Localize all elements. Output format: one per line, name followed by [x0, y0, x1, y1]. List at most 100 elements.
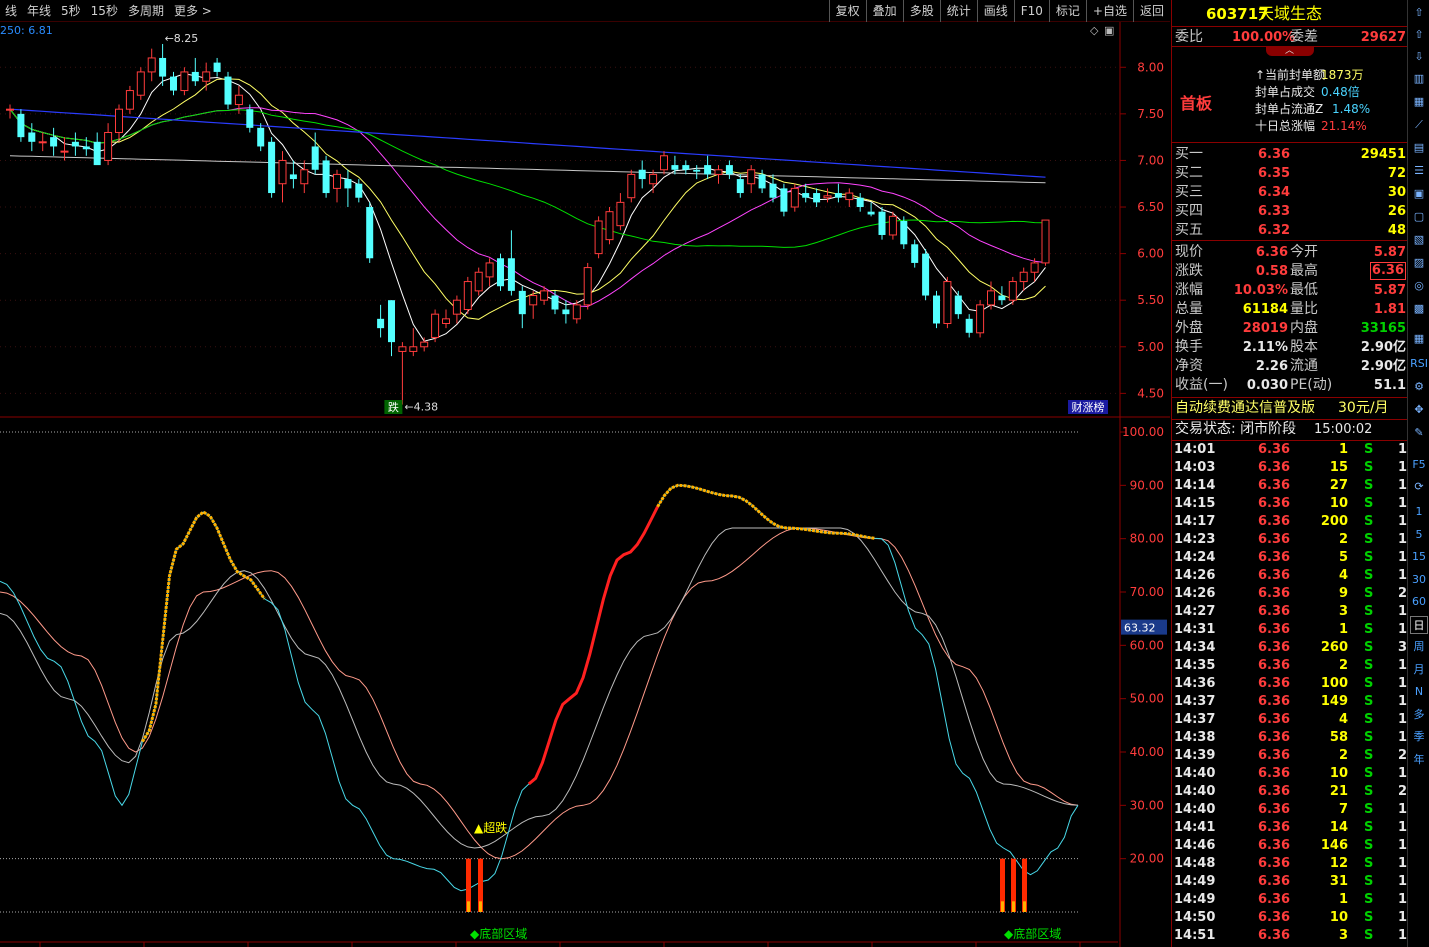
price-tick-label: 7.50 — [1137, 107, 1164, 121]
bid-row[interactable]: 买四 6.33 26 — [1172, 202, 1408, 221]
pencil-icon[interactable]: ✎ — [1410, 424, 1428, 442]
tick-side: S — [1364, 802, 1374, 817]
candle-body — [420, 341, 429, 348]
bid-row[interactable]: 买二 6.35 72 — [1172, 164, 1408, 183]
bid-row[interactable]: 买三 6.34 30 — [1172, 183, 1408, 202]
chart-area[interactable]: 8.00 7.50 7.00 6.50 6.00 5.50 5.00 4.50 250: 6.8… — [0, 22, 1170, 947]
draw-line-button[interactable]: 画线 — [976, 0, 1014, 22]
indicator-rising-segment — [527, 506, 659, 786]
period-shortcut[interactable]: 60 — [1410, 593, 1428, 611]
candle-body — [856, 197, 864, 208]
tick-volume: 9 — [1338, 586, 1348, 601]
arrow-up-icon[interactable]: ⇧ — [1410, 4, 1428, 22]
arrow-up-small-icon[interactable]: ⇧ — [1410, 26, 1428, 44]
candle-body — [682, 165, 690, 170]
candle-body — [93, 141, 101, 166]
tick-row: 14:40 6.36 7 S 1 — [1172, 801, 1408, 819]
statistics-button[interactable]: 统计 — [939, 0, 977, 22]
bottom-zone-bar-inner — [1012, 901, 1015, 912]
list-icon[interactable]: ☰ — [1410, 162, 1428, 180]
line-chart-icon[interactable]: ⟋ — [1410, 116, 1428, 134]
calculator-icon[interactable]: ▧ — [1410, 231, 1428, 249]
price-tick-label: 5.00 — [1137, 340, 1164, 354]
period-tab-multi[interactable]: 多周期 — [123, 0, 169, 22]
period-tab-line[interactable]: 线 — [0, 0, 22, 22]
candle-body — [170, 76, 177, 91]
period-tab-5s[interactable]: 5秒 — [56, 0, 86, 22]
chart-settings-icon[interactable]: ▩ — [1410, 300, 1428, 318]
indicator-lines — [0, 483, 1079, 912]
stat-value: 5.87 — [1373, 283, 1406, 298]
overlay-button[interactable]: 叠加 — [865, 0, 903, 22]
period-shortcut[interactable]: 1 — [1410, 503, 1428, 521]
back-button[interactable]: 返回 — [1132, 0, 1170, 22]
rsi-icon[interactable]: RSI — [1410, 355, 1428, 373]
tick-side: S — [1364, 640, 1374, 655]
period-tab-year[interactable]: 年线 — [22, 0, 56, 22]
candle-body — [649, 173, 658, 185]
f10-button[interactable]: F10 — [1013, 0, 1049, 22]
add-watchlist-button[interactable]: +自选 — [1085, 0, 1133, 22]
settings-icon[interactable]: ⚙ — [1410, 378, 1428, 396]
period-shortcut[interactable]: N — [1410, 683, 1428, 701]
tick-time: 14:24 — [1174, 550, 1216, 565]
collapse-toggle[interactable]: ︿ — [1266, 46, 1314, 56]
tick-side: S — [1364, 496, 1374, 511]
indicator-tick-label: 80.00 — [1130, 532, 1164, 546]
box-icon[interactable]: ▦ — [1410, 330, 1428, 348]
tick-row: 14:49 6.36 1 S 1 — [1172, 891, 1408, 909]
period-shortcut[interactable]: 年 — [1410, 751, 1428, 769]
f5-icon[interactable]: F5 — [1410, 456, 1428, 474]
tick-price: 6.36 — [1258, 622, 1291, 637]
tick-count: 1 — [1398, 694, 1408, 709]
promo-row[interactable]: 自动续费通达信普及版 30元/月 — [1172, 399, 1408, 418]
candle-body — [322, 160, 330, 194]
stat-label: 最高 — [1290, 263, 1318, 279]
bid-row[interactable]: 买五 6.32 48 — [1172, 221, 1408, 240]
tick-price: 6.36 — [1258, 766, 1291, 781]
tick-count: 1 — [1398, 658, 1408, 673]
indicator-fast-line — [0, 484, 1079, 892]
f10-icon[interactable]: ▣ — [1410, 185, 1428, 203]
tick-volume: 2 — [1338, 658, 1348, 673]
tick-volume: 4 — [1338, 568, 1348, 583]
bar-chart-icon[interactable]: ▤ — [1410, 139, 1428, 157]
chart-canvas[interactable]: 8.00 7.50 7.00 6.50 6.00 5.50 5.00 4.50 250: 6.8… — [0, 22, 1170, 947]
candle-body — [693, 169, 701, 172]
period-shortcut[interactable]: 日 — [1410, 615, 1428, 634]
candle-body — [431, 313, 440, 338]
refresh-icon[interactable]: ⟳ — [1410, 478, 1428, 496]
period-shortcut[interactable]: 月 — [1410, 661, 1428, 679]
candle-body — [529, 295, 538, 306]
f2-icon[interactable]: ▨ — [1410, 254, 1428, 272]
more-button[interactable]: 更多 > — [169, 0, 217, 22]
bid-row[interactable]: 买一 6.36 29451 — [1172, 145, 1408, 164]
stock-header[interactable]: 603717 天域生态 — [1172, 3, 1408, 25]
period-shortcut[interactable]: 15 — [1410, 548, 1428, 566]
globe-icon[interactable]: ◎ — [1410, 277, 1428, 295]
restore-rights-button[interactable]: 复权 — [828, 0, 866, 22]
kline-chart-icon[interactable]: ▥ — [1410, 70, 1428, 88]
candle-body — [507, 258, 515, 291]
arrow-down-icon[interactable]: ⇩ — [1410, 48, 1428, 66]
multi-stock-button[interactable]: 多股 — [902, 0, 940, 22]
ma250-label: 250: 6.81 — [0, 24, 53, 37]
candle-body — [442, 318, 450, 324]
period-tab-15s[interactable]: 15秒 — [86, 0, 123, 22]
mark-button[interactable]: 标记 — [1048, 0, 1086, 22]
stat-value: 6.36 — [1369, 262, 1406, 280]
period-shortcut[interactable]: 30 — [1410, 571, 1428, 589]
period-shortcut[interactable]: 周 — [1410, 638, 1428, 656]
document-icon[interactable]: ▢ — [1410, 208, 1428, 226]
grid-icon[interactable]: ▦ — [1410, 93, 1428, 111]
period-shortcut[interactable]: 多 — [1410, 706, 1428, 724]
stat-label: 换手 — [1175, 339, 1203, 355]
candle-body — [344, 179, 352, 189]
tick-volume: 200 — [1320, 514, 1348, 529]
indicator-tick-label: 50.00 — [1130, 692, 1164, 706]
period-shortcut[interactable]: 季 — [1410, 728, 1428, 746]
move-icon[interactable]: ✥ — [1410, 401, 1428, 419]
tick-price: 6.36 — [1258, 460, 1291, 475]
period-shortcut[interactable]: 5 — [1410, 526, 1428, 544]
stat-row: 涨跌 0.58 最高 6.36 — [1172, 262, 1408, 281]
